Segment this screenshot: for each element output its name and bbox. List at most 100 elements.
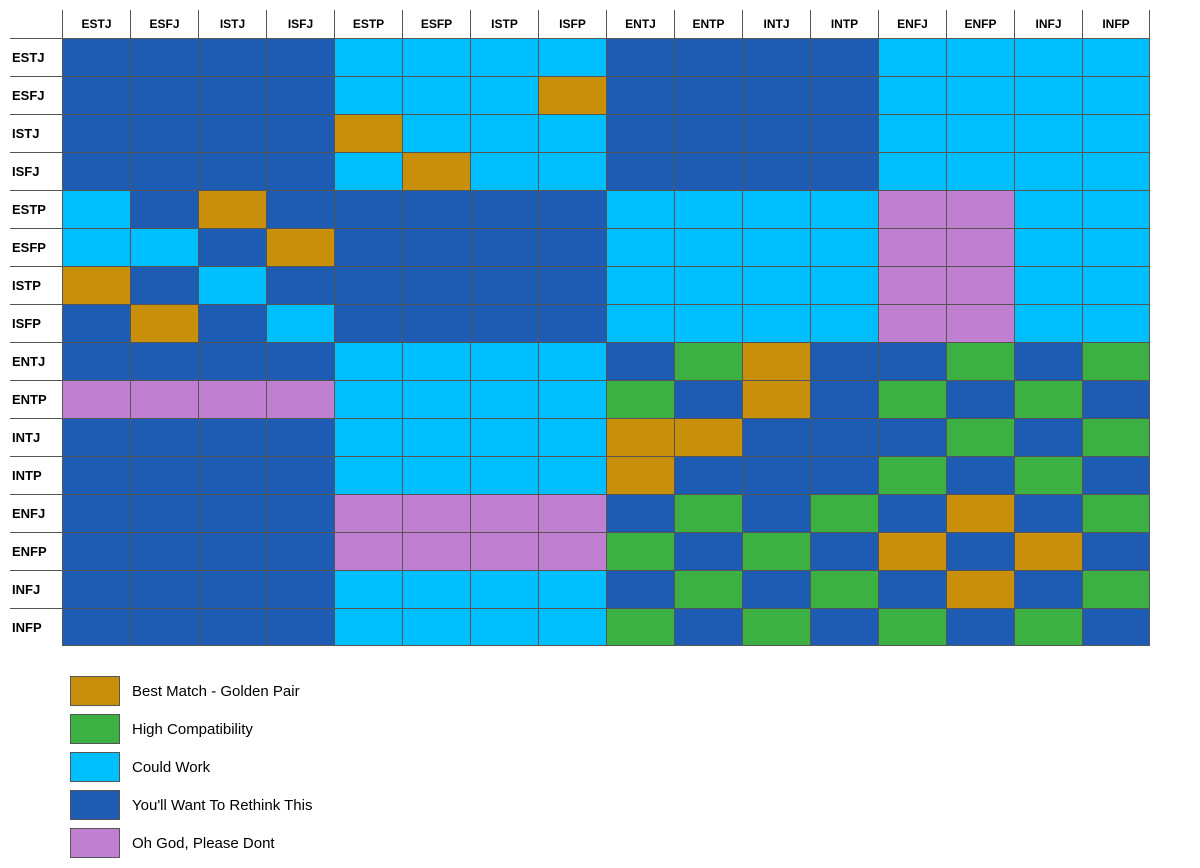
col-header-INTP: INTP [810,10,878,38]
cell-ESTJ-INTP [810,38,878,76]
cell-ENFJ-ESTJ [62,494,130,532]
cell-ENTP-ESTJ [62,380,130,418]
cell-INTJ-INFP [1082,418,1150,456]
legend-label-0: Best Match - Golden Pair [132,683,300,700]
cell-ENFJ-ENTJ [606,494,674,532]
cell-INFJ-INFJ [1014,570,1082,608]
cell-ISFP-ISFP [538,304,606,342]
col-header-ISFP: ISFP [538,10,606,38]
cell-ISTP-INFJ [1014,266,1082,304]
legend-item-4: Oh God, Please Dont [70,828,312,858]
cell-ESTJ-ENFP [946,38,1014,76]
cell-INTP-ESTP [334,456,402,494]
cell-ESTJ-ESFP [402,38,470,76]
cell-ENTP-ESTP [334,380,402,418]
cell-INTP-ENFJ [878,456,946,494]
cell-ESFJ-ISFJ [266,76,334,114]
grid-rows [62,38,1150,646]
cell-ISFJ-INTJ [742,152,810,190]
cell-ESTP-ISTJ [198,190,266,228]
cell-ISFP-INFP [1082,304,1150,342]
cell-ESFP-ESFJ [130,228,198,266]
cell-ISFJ-ISTP [470,152,538,190]
cell-ESTJ-ISTP [470,38,538,76]
row-label-ISTP: ISTP [10,266,62,304]
grid-row-ENTP [62,380,1150,418]
grid-row-INTJ [62,418,1150,456]
cell-INTJ-ENFJ [878,418,946,456]
cell-ENTP-INFP [1082,380,1150,418]
cell-ESFP-ISTJ [198,228,266,266]
cell-ISTJ-INFP [1082,114,1150,152]
cell-ENTJ-INFJ [1014,342,1082,380]
cell-ESFP-ESFP [402,228,470,266]
cell-ENTJ-ENFP [946,342,1014,380]
cell-ENFJ-INFP [1082,494,1150,532]
cell-ISFP-ENTJ [606,304,674,342]
cell-ISTP-ISFJ [266,266,334,304]
cell-ENTP-ENTJ [606,380,674,418]
row-label-INFP: INFP [10,608,62,646]
cell-ESTJ-ENTJ [606,38,674,76]
cell-ISTJ-INTJ [742,114,810,152]
cell-ENTJ-ISTJ [198,342,266,380]
cell-ESFJ-ESFJ [130,76,198,114]
legend-item-1: High Compatibility [70,714,312,744]
cell-ISTP-ESTJ [62,266,130,304]
grid-row-ESTP [62,190,1150,228]
cell-INTJ-ENTJ [606,418,674,456]
cell-ESFJ-ISTP [470,76,538,114]
cell-ENTJ-ENTJ [606,342,674,380]
cell-ESFP-INFP [1082,228,1150,266]
cell-ESTP-ESFP [402,190,470,228]
cell-ISFP-ISFJ [266,304,334,342]
cell-ENFJ-ISFP [538,494,606,532]
cell-ESTJ-ESTJ [62,38,130,76]
cell-ISTP-INFP [1082,266,1150,304]
col-header-ESTP: ESTP [334,10,402,38]
cell-ENFJ-ISTJ [198,494,266,532]
cell-ISFJ-ISFP [538,152,606,190]
cell-ISTP-ENTP [674,266,742,304]
cell-INTP-INTP [810,456,878,494]
cell-ENFP-ESTJ [62,532,130,570]
grid-row-INFP [62,608,1150,646]
cell-ISTP-ENFJ [878,266,946,304]
cell-INTJ-ESTJ [62,418,130,456]
cell-ISFJ-ESTP [334,152,402,190]
cell-ESTJ-INFP [1082,38,1150,76]
cell-ESTJ-ESTP [334,38,402,76]
cell-INFP-ESFJ [130,608,198,646]
cell-INFP-ESFP [402,608,470,646]
cell-ENTJ-ESFJ [130,342,198,380]
cell-ISFJ-ESFP [402,152,470,190]
cell-ISFJ-ENFJ [878,152,946,190]
cell-INTP-ENFP [946,456,1014,494]
cell-ENTJ-ISFP [538,342,606,380]
cell-ENFJ-ESFP [402,494,470,532]
cell-ESFP-ENFJ [878,228,946,266]
cell-INTP-ESTJ [62,456,130,494]
cell-ENTP-ISTJ [198,380,266,418]
cell-ESFJ-ENFP [946,76,1014,114]
row-label-ISTJ: ISTJ [10,114,62,152]
cell-ISFP-ENFP [946,304,1014,342]
cell-ENFJ-ISFJ [266,494,334,532]
cell-ISFP-ISTP [470,304,538,342]
cell-ISTP-ENTJ [606,266,674,304]
chart-container: ESTJESFJISTJISFJESTPESFPISTPISFPENTJENTP… [10,10,1190,858]
cell-ESFP-ISTP [470,228,538,266]
cell-ESFJ-ENFJ [878,76,946,114]
col-header-ENFP: ENFP [946,10,1014,38]
cell-ISTJ-ESFP [402,114,470,152]
cell-INTP-INTJ [742,456,810,494]
row-label-ISFJ: ISFJ [10,152,62,190]
cell-ENTJ-ENTP [674,342,742,380]
col-headers: ESTJESFJISTJISFJESTPESFPISTPISFPENTJENTP… [62,10,1150,38]
cell-INTP-ESFJ [130,456,198,494]
cell-ENTJ-ESTP [334,342,402,380]
cell-INFJ-ESTJ [62,570,130,608]
cell-ESFP-INTP [810,228,878,266]
grid-row-ISTJ [62,114,1150,152]
cell-INTJ-INFJ [1014,418,1082,456]
